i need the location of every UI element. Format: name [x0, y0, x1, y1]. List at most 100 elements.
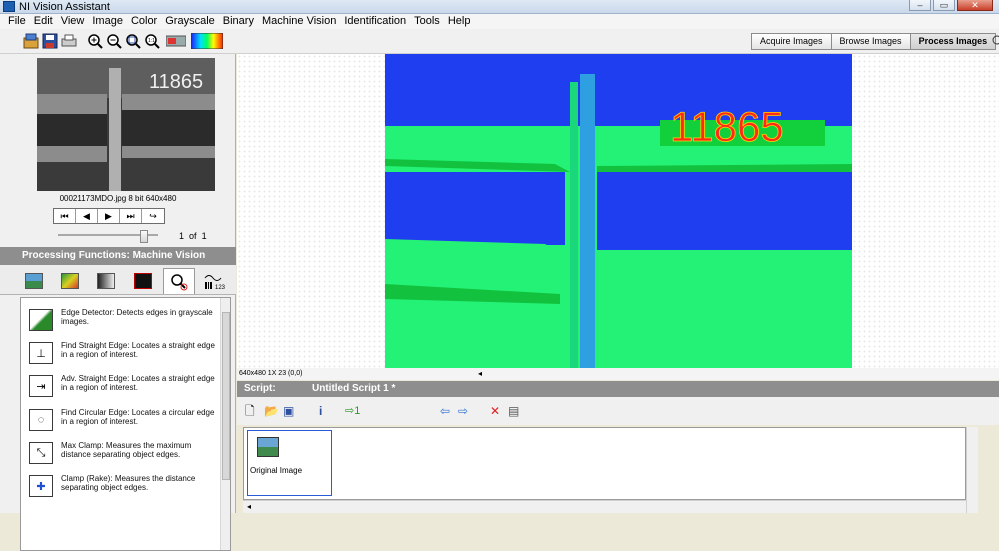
new-script-icon[interactable]: 🗋	[245, 403, 255, 419]
page-counter: 1 of 1	[179, 231, 207, 241]
image-thumbnail[interactable]: 11865	[37, 58, 215, 191]
image-display-area[interactable]: 11865	[237, 54, 999, 368]
last-image-button[interactable]: ⏭	[120, 209, 142, 223]
grayscale-tab[interactable]	[90, 268, 122, 294]
function-find-circular-edge[interactable]: ◌ Find Circular Edge: Locates a circular…	[21, 402, 217, 435]
script-steps-area: Original Image	[243, 427, 966, 500]
menu-edit[interactable]: Edit	[30, 14, 57, 29]
menu-machine-vision[interactable]: Machine Vision	[258, 14, 340, 29]
acquire-icon[interactable]	[22, 32, 40, 50]
function-name: Find Straight Edge:	[61, 341, 130, 350]
machine-vision-tab[interactable]	[163, 268, 195, 294]
maximize-button[interactable]: ▭	[933, 0, 955, 11]
image-tab[interactable]	[18, 268, 50, 294]
save-icon[interactable]	[41, 32, 59, 50]
svg-text:123: 123	[215, 285, 226, 290]
menu-help[interactable]: Help	[444, 14, 475, 29]
image-tab-icon	[25, 273, 43, 289]
function-list-scrollbar[interactable]	[220, 298, 230, 550]
print-icon[interactable]	[60, 32, 78, 50]
image-scroll-left-arrow[interactable]: ◂	[478, 369, 482, 378]
open-script-icon[interactable]: 📂	[264, 403, 279, 419]
image-status-bar: 640x480 1X 23 (0,0)	[237, 368, 999, 380]
slider-thumb[interactable]	[140, 230, 148, 243]
menu-tools[interactable]: Tools	[410, 14, 444, 29]
processed-image[interactable]: 11865	[385, 54, 852, 368]
window-title: NI Vision Assistant	[19, 1, 110, 13]
menu-identification[interactable]: Identification	[340, 14, 410, 29]
thumbnail-number: 11865	[149, 71, 203, 93]
color-tab-icon	[61, 273, 79, 289]
image-slider[interactable]	[58, 230, 158, 243]
menu-file[interactable]: File	[4, 14, 30, 29]
adv-straight-edge-icon: ⇥	[29, 375, 53, 397]
script-vertical-scrollbar[interactable]	[966, 427, 978, 513]
menu-bar: File Edit View Image Color Grayscale Bin…	[0, 14, 999, 29]
straight-edge-icon: ⊥	[29, 342, 53, 364]
save-script-icon[interactable]: ▣	[283, 403, 294, 419]
function-name: Max Clamp:	[61, 441, 104, 450]
function-max-clamp[interactable]: ⤡ Max Clamp: Measures the maximum distan…	[21, 435, 217, 468]
clipboard-icon[interactable]: ▤	[508, 403, 519, 419]
zoom-fit-icon[interactable]	[124, 32, 142, 50]
step-label: Original Image	[250, 466, 303, 475]
menu-view[interactable]: View	[57, 14, 89, 29]
binary-tab-icon	[134, 273, 152, 289]
zoom-100-icon[interactable]: 1:1	[143, 32, 161, 50]
circular-edge-icon: ◌	[29, 409, 53, 431]
image-number-overlay: 11865	[670, 103, 784, 150]
toolbar: 1:1 Acquire Images Browse Images Process…	[0, 29, 999, 54]
delete-step-icon[interactable]: ✕	[490, 403, 500, 419]
function-clamp-rake[interactable]: ✚ Clamp (Rake): Measures the distance se…	[21, 468, 217, 501]
grayscale-tab-icon	[97, 273, 115, 289]
script-label: Script:	[244, 383, 276, 394]
close-button[interactable]: ✕	[957, 0, 993, 11]
goto-image-button[interactable]: ↪	[142, 209, 164, 223]
max-clamp-icon: ⤡	[29, 442, 53, 464]
minimize-button[interactable]: –	[909, 0, 931, 11]
processing-tabs: 123	[0, 265, 236, 295]
script-step-original-image[interactable]: Original Image	[247, 430, 332, 496]
run-once-icon[interactable]: ⇨1	[345, 403, 360, 419]
palette-color-icon[interactable]	[191, 32, 223, 50]
process-images-button[interactable]: Process Images	[909, 33, 997, 50]
identification-tab[interactable]: 123	[200, 268, 232, 294]
image-navigation: ⏮ ◀ ▶ ⏭ ↪	[53, 208, 165, 224]
function-name: Adv. Straight Edge:	[61, 374, 130, 383]
function-adv-straight-edge[interactable]: ⇥ Adv. Straight Edge: Locates a straight…	[21, 368, 217, 401]
menu-binary[interactable]: Binary	[219, 14, 258, 29]
page-total: 1	[201, 231, 207, 241]
mode-switcher: Acquire Images Browse Images Process Ima…	[751, 33, 997, 50]
info-icon[interactable]: i	[319, 403, 322, 419]
page-of: of	[189, 231, 197, 241]
window-controls: – ▭ ✕	[909, 0, 993, 12]
color-tab[interactable]	[54, 268, 86, 294]
menu-color[interactable]: Color	[127, 14, 161, 29]
palette-gray-icon[interactable]	[165, 32, 187, 50]
app-icon	[3, 1, 15, 12]
function-edge-detector[interactable]: Edge Detector: Detects edges in grayscal…	[21, 302, 217, 335]
script-horizontal-scrollbar[interactable]: ◂	[243, 500, 966, 513]
binary-tab[interactable]	[127, 268, 159, 294]
left-panel: 11865 00021173MDO.jpg 8 bit 640x480 ⏮ ◀ …	[0, 54, 236, 551]
menu-grayscale[interactable]: Grayscale	[161, 14, 219, 29]
browse-images-button[interactable]: Browse Images	[830, 33, 911, 50]
zoom-in-icon[interactable]	[86, 32, 104, 50]
first-image-button[interactable]: ⏮	[54, 209, 76, 223]
scrollbar-thumb[interactable]	[222, 312, 230, 480]
next-image-button[interactable]: ▶	[98, 209, 120, 223]
function-name: Clamp (Rake):	[61, 474, 113, 483]
function-find-straight-edge[interactable]: ⊥ Find Straight Edge: Locates a straight…	[21, 335, 217, 368]
move-step-left-icon[interactable]: ⇦	[440, 403, 450, 419]
machine-vision-icon	[171, 273, 188, 290]
previous-image-button[interactable]: ◀	[76, 209, 98, 223]
zoom-out-icon[interactable]	[105, 32, 123, 50]
menu-image[interactable]: Image	[88, 14, 127, 29]
extra-toolbar-icon[interactable]	[990, 32, 999, 50]
identification-icon: 123	[204, 275, 226, 290]
function-name: Find Circular Edge:	[61, 408, 130, 417]
move-step-right-icon[interactable]: ⇨	[458, 403, 468, 419]
clamp-rake-icon: ✚	[29, 475, 53, 497]
function-name: Edge Detector:	[61, 308, 115, 317]
acquire-images-button[interactable]: Acquire Images	[751, 33, 832, 50]
